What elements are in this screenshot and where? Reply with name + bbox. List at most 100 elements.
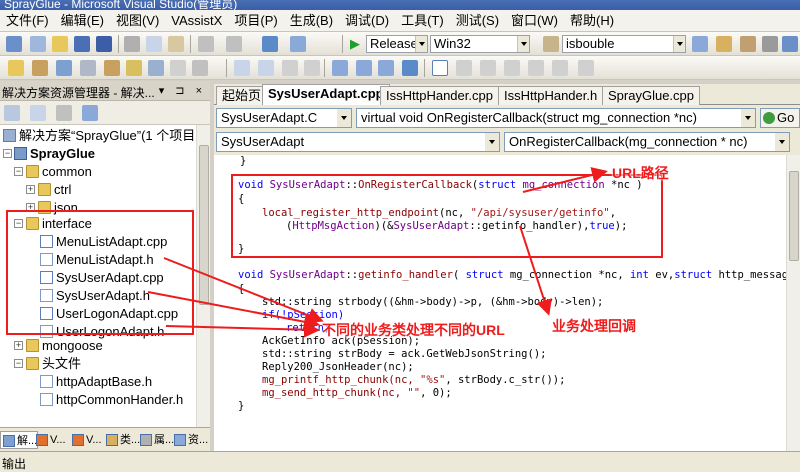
code-token: mg_connection: [516, 179, 605, 191]
extensions-icon[interactable]: [782, 36, 798, 52]
menu-help[interactable]: 帮助(H): [564, 10, 620, 32]
open-file-in-solution-icon[interactable]: [8, 60, 24, 76]
add-item-icon[interactable]: [30, 36, 46, 52]
solution-explorer-icon[interactable]: [692, 36, 708, 52]
properties-icon[interactable]: [4, 105, 20, 121]
toolbar-separator: [118, 35, 119, 53]
file-context-combo[interactable]: SysUserAdapt.C: [216, 108, 352, 128]
menu-file[interactable]: 文件(F): [0, 10, 55, 32]
prev-bookmark-icon[interactable]: [456, 60, 472, 76]
wrap-icon[interactable]: [378, 60, 394, 76]
next-bookmark-icon[interactable]: [480, 60, 496, 76]
tab-isshttphander-cpp[interactable]: IssHttpHander.cpp: [380, 86, 499, 105]
scrollbar-thumb[interactable]: [199, 145, 209, 305]
indent-icon[interactable]: [234, 60, 250, 76]
function-combo[interactable]: virtual void OnRegisterCallback(struct m…: [356, 108, 756, 128]
tab-sysuseradapt-cpp[interactable]: SysUserAdapt.cpp: [262, 84, 390, 105]
go-button[interactable]: Go: [760, 108, 800, 128]
reparse-icon[interactable]: [80, 60, 96, 76]
scrollbar-thumb[interactable]: [789, 171, 799, 261]
panel-pin-close-icon[interactable]: ▾ ⊐ ×: [159, 84, 206, 97]
navigate-forward-icon[interactable]: [290, 36, 306, 52]
open-file-icon[interactable]: [52, 36, 68, 52]
collapse-icon[interactable]: −: [14, 167, 23, 176]
next-bookmark-in-folder-icon[interactable]: [528, 60, 544, 76]
code-token: HttpMsgAction: [292, 220, 375, 232]
start-debug-icon[interactable]: ▶: [350, 36, 360, 52]
solution-tree-scrollbar[interactable]: [196, 125, 210, 427]
find-symbol-icon[interactable]: [32, 60, 48, 76]
window-title: SprayGlue - Microsoft Visual Studio(管理员): [4, 0, 238, 10]
collapse-icon[interactable]: −: [14, 219, 23, 228]
toggle-bookmark-icon[interactable]: [432, 60, 448, 76]
prev-bookmark-in-folder-icon[interactable]: [504, 60, 520, 76]
open-header-icon[interactable]: [104, 60, 120, 76]
view-class-diagram-icon[interactable]: [82, 105, 98, 121]
align-left-icon[interactable]: [332, 60, 348, 76]
scope-combo[interactable]: SysUserAdapt: [216, 132, 500, 152]
comment-selection-icon[interactable]: [578, 60, 594, 76]
align-right-icon[interactable]: [356, 60, 372, 76]
list-methods-icon[interactable]: [56, 60, 72, 76]
cut-icon[interactable]: [124, 36, 140, 52]
comment-icon[interactable]: [282, 60, 298, 76]
navigate-back-icon[interactable]: [262, 36, 278, 52]
member-combo[interactable]: OnRegisterCallback(mg_connection * nc): [504, 132, 790, 152]
tab-sprayglue-cpp[interactable]: SprayGlue.cpp: [602, 86, 700, 105]
tab-solution-explorer[interactable]: 解...: [0, 431, 39, 449]
menu-build[interactable]: 生成(B): [284, 10, 339, 32]
redo-icon[interactable]: [226, 36, 242, 52]
show-all-files-icon[interactable]: [30, 105, 46, 121]
tab-resource-view[interactable]: 资...: [172, 431, 208, 449]
menu-tools[interactable]: 工具(T): [395, 10, 450, 32]
tab-class-view[interactable]: 类...: [104, 431, 140, 449]
tools-icon[interactable]: [762, 36, 778, 52]
menu-project[interactable]: 项目(P): [228, 10, 283, 32]
collapse-icon[interactable]: −: [14, 359, 23, 368]
vassist-icon: [72, 434, 84, 446]
menu-test[interactable]: 测试(S): [450, 10, 505, 32]
collapse-icon[interactable]: −: [3, 149, 12, 158]
output-label[interactable]: 输出: [2, 455, 26, 472]
save-all-icon[interactable]: [96, 36, 112, 52]
code-token: }: [238, 400, 245, 412]
refresh-icon[interactable]: [56, 105, 72, 121]
menu-edit[interactable]: 编辑(E): [55, 10, 110, 32]
tab-vassist-2[interactable]: V...: [70, 431, 102, 449]
tab-vassist-1[interactable]: V...: [34, 431, 66, 449]
solution-explorer-toolbar: [0, 101, 210, 125]
paste-icon[interactable]: [168, 36, 184, 52]
copy-icon[interactable]: [146, 36, 162, 52]
menu-window[interactable]: 窗口(W): [505, 10, 564, 32]
outline-icon[interactable]: [126, 60, 142, 76]
tab-property-manager[interactable]: 属...: [138, 431, 174, 449]
properties-icon[interactable]: [716, 36, 732, 52]
code-editor[interactable]: } void SysUserAdapt::OnRegisterCallback(…: [214, 155, 786, 451]
spell-check-icon[interactable]: [170, 60, 186, 76]
find-in-files-icon[interactable]: [543, 36, 559, 52]
code-line: void SysUserAdapt::OnRegisterCallback(st…: [238, 179, 643, 192]
menu-debug[interactable]: 调试(D): [339, 10, 395, 32]
toolbox-icon[interactable]: [740, 36, 756, 52]
solution-config-select[interactable]: Release: [366, 35, 428, 53]
clear-bookmarks-icon[interactable]: [552, 60, 568, 76]
insert-snippet-icon[interactable]: [192, 60, 208, 76]
tab-start-page[interactable]: 起始页: [216, 86, 268, 105]
menu-vassistx[interactable]: VAssistX: [165, 10, 228, 32]
code-token: void: [238, 269, 270, 281]
editor-scrollbar[interactable]: [786, 155, 800, 451]
expand-icon[interactable]: +: [26, 203, 35, 212]
platform-select[interactable]: Win32: [430, 35, 530, 53]
enable-icon[interactable]: [148, 60, 164, 76]
menu-view[interactable]: 视图(V): [110, 10, 165, 32]
uncomment-icon[interactable]: [304, 60, 320, 76]
undo-icon[interactable]: [198, 36, 214, 52]
outdent-icon[interactable]: [258, 60, 274, 76]
new-project-icon[interactable]: [6, 36, 22, 52]
expand-icon[interactable]: +: [26, 185, 35, 194]
bookmark-icon[interactable]: [402, 60, 418, 76]
tab-isshttphander-h[interactable]: IssHttpHander.h: [498, 86, 604, 105]
expand-icon[interactable]: +: [14, 341, 23, 350]
save-icon[interactable]: [74, 36, 90, 52]
find-combo[interactable]: isbouble: [562, 35, 686, 53]
